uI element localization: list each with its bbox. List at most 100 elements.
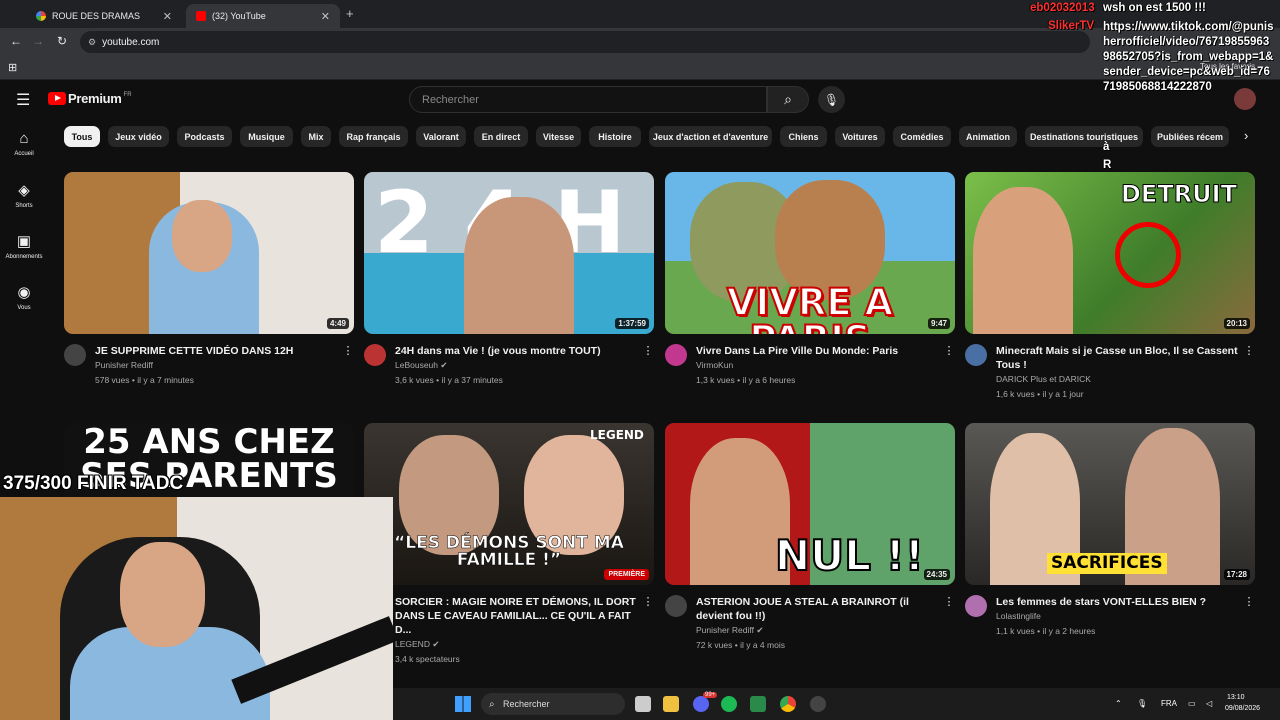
video-title[interactable]: SORCIER : MAGIE NOIRE ET DÉMONS, IL DORT… <box>395 595 642 637</box>
chip-jeux-action[interactable]: Jeux d'action et d'aventure <box>649 126 772 147</box>
more-options-icon[interactable]: ⋮ <box>943 344 955 388</box>
chip-comedies[interactable]: Comédies <box>893 126 951 147</box>
app-icon[interactable] <box>810 696 826 712</box>
chat-message: SlikerTV <box>1048 20 1094 32</box>
video-card[interactable]: 4:49 JE SUPPRIME CETTE VIDÉO DANS 12H Pu… <box>64 172 354 388</box>
chip-tous[interactable]: Tous <box>64 126 100 147</box>
file-explorer-icon[interactable] <box>663 696 679 712</box>
hamburger-menu-icon[interactable]: ☰ <box>16 90 30 110</box>
chip-destinations[interactable]: Destinations touristiques <box>1025 126 1143 147</box>
thumbnail-text: VIVRE A PARIS <box>726 281 894 334</box>
chip-jeux-video[interactable]: Jeux vidéo <box>108 126 169 147</box>
reload-icon[interactable]: ↻ <box>54 34 70 48</box>
more-options-icon[interactable]: ⋮ <box>342 344 354 388</box>
video-thumbnail[interactable]: DETRUIT 20:13 <box>965 172 1255 334</box>
sidebar-item-you[interactable]: ◉ Vous <box>0 273 48 324</box>
chip-chiens[interactable]: Chiens <box>780 126 827 147</box>
excel-icon[interactable] <box>750 696 766 712</box>
microphone-tray-icon[interactable]: 🎙 <box>1137 699 1147 708</box>
tab-youtube[interactable]: (32) YouTube ✕ <box>186 4 340 28</box>
more-options-icon[interactable]: ⋮ <box>943 595 955 653</box>
chip-histoire[interactable]: Histoire <box>589 126 641 147</box>
video-title[interactable]: 24H dans ma Vie ! (je vous montre TOUT) <box>395 344 642 358</box>
channel-avatar[interactable] <box>64 344 86 366</box>
site-info-icon[interactable]: ⚙ <box>88 37 96 48</box>
video-thumbnail[interactable]: SACRIFICES 17:28 <box>965 423 1255 585</box>
video-stats: 72 k vues • il y a 4 mois <box>696 640 785 650</box>
volume-icon[interactable]: ◁ <box>1206 699 1212 708</box>
channel-name[interactable]: Punisher Rediff ✔ <box>696 623 943 638</box>
search-button[interactable]: ⌕ <box>767 86 809 113</box>
network-icon[interactable]: ▭ <box>1188 699 1196 708</box>
chip-en-direct[interactable]: En direct <box>474 126 528 147</box>
apps-grid-icon[interactable]: ⊞ <box>8 61 17 74</box>
new-tab-icon[interactable]: + <box>346 6 354 21</box>
sidebar-item-shorts[interactable]: ◈ Shorts <box>0 171 48 222</box>
chevron-up-icon[interactable]: ⌃ <box>1115 699 1122 708</box>
video-card[interactable]: LEGEND “LES DÉMONS SONT MA FAMILLE !” PR… <box>364 423 654 667</box>
video-card[interactable]: VIVRE A PARIS 9:47 Vivre Dans La Pire Vi… <box>665 172 955 388</box>
chip-rap-francais[interactable]: Rap français <box>339 126 408 147</box>
video-title[interactable]: ASTERION JOUE A STEAL A BRAINROT (il dev… <box>696 595 943 623</box>
channel-avatar[interactable] <box>965 595 987 617</box>
taskbar-search[interactable]: ⌕ Rechercher <box>481 693 625 715</box>
channel-name[interactable]: Punisher Rediff <box>95 358 342 373</box>
video-thumbnail[interactable]: 4:49 <box>64 172 354 334</box>
tab-roue-des-dramas[interactable]: ROUE DES DRAMAS ✕ <box>26 4 182 28</box>
close-tab-icon[interactable]: ✕ <box>321 10 330 23</box>
more-options-icon[interactable]: ⋮ <box>642 595 654 667</box>
video-thumbnail[interactable]: LEGEND “LES DÉMONS SONT MA FAMILLE !” PR… <box>364 423 654 585</box>
home-icon: ⌂ <box>19 130 29 147</box>
channel-avatar[interactable] <box>665 344 687 366</box>
spotify-icon[interactable] <box>721 696 737 712</box>
video-title[interactable]: Minecraft Mais si je Casse un Bloc, Il s… <box>996 344 1243 372</box>
video-thumbnail[interactable]: VIVRE A PARIS 9:47 <box>665 172 955 334</box>
video-card[interactable]: DETRUIT 20:13 Minecraft Mais si je Casse… <box>965 172 1255 402</box>
sidebar-item-subscriptions[interactable]: ▣ Abonnements <box>0 222 48 273</box>
language-indicator[interactable]: FRA <box>1161 699 1177 708</box>
channel-name[interactable]: LEGEND ✔ <box>395 637 642 652</box>
chevron-right-icon[interactable]: › <box>1244 128 1248 143</box>
chip-animation[interactable]: Animation <box>959 126 1017 147</box>
voice-search-button[interactable]: 🎙 <box>818 86 845 113</box>
chip-musique[interactable]: Musique <box>240 126 293 147</box>
channel-name[interactable]: LeBouseuh ✔ <box>395 358 642 373</box>
brand-region: FR <box>123 91 132 98</box>
chip-valorant[interactable]: Valorant <box>416 126 466 147</box>
channel-avatar[interactable] <box>364 344 386 366</box>
video-thumbnail[interactable]: 24H 1:37:59 <box>364 172 654 334</box>
video-card[interactable]: NUL !! 24:35 ASTERION JOUE A STEAL A BRA… <box>665 423 955 653</box>
chrome-icon[interactable] <box>780 696 796 712</box>
channel-name[interactable]: DARICK Plus et DARICK <box>996 372 1243 387</box>
video-thumbnail[interactable]: NUL !! 24:35 <box>665 423 955 585</box>
chip-publiees[interactable]: Publiées récem <box>1151 126 1229 147</box>
more-options-icon[interactable]: ⋮ <box>642 344 654 388</box>
chip-vitesse[interactable]: Vitesse <box>536 126 581 147</box>
more-options-icon[interactable]: ⋮ <box>1243 344 1255 402</box>
chip-mix[interactable]: Mix <box>301 126 331 147</box>
video-title[interactable]: Les femmes de stars VONT-ELLES BIEN ? <box>996 595 1243 609</box>
channel-avatar[interactable] <box>965 344 987 366</box>
task-view-icon[interactable] <box>635 696 651 712</box>
video-card[interactable]: 24H 1:37:59 24H dans ma Vie ! (je vous m… <box>364 172 654 388</box>
back-icon[interactable]: ← <box>8 34 24 48</box>
forward-icon[interactable]: → <box>30 34 46 48</box>
clock-date[interactable]: 09/08/2026 <box>1225 705 1260 712</box>
youtube-logo[interactable]: Premium FR <box>48 91 132 106</box>
chip-voitures[interactable]: Voitures <box>835 126 885 147</box>
video-title[interactable]: Vivre Dans La Pire Ville Du Monde: Paris <box>696 344 943 358</box>
more-options-icon[interactable]: ⋮ <box>1243 595 1255 639</box>
channel-avatar[interactable] <box>665 595 687 617</box>
url-bar[interactable]: ⚙ youtube.com <box>80 31 1090 53</box>
search-input[interactable]: Rechercher <box>409 86 767 113</box>
chip-podcasts[interactable]: Podcasts <box>177 126 232 147</box>
sidebar-item-home[interactable]: ⌂ Accueil <box>0 120 48 171</box>
video-title[interactable]: JE SUPPRIME CETTE VIDÉO DANS 12H <box>95 344 342 358</box>
clock-time[interactable]: 13:10 <box>1227 694 1245 701</box>
channel-name[interactable]: Lolastinglife <box>996 609 1243 624</box>
windows-start-icon[interactable] <box>455 696 471 712</box>
discord-icon[interactable] <box>693 696 709 712</box>
video-card[interactable]: SACRIFICES 17:28 Les femmes de stars VON… <box>965 423 1255 639</box>
channel-name[interactable]: VirmoKun <box>696 358 943 373</box>
close-tab-icon[interactable]: ✕ <box>163 10 172 23</box>
